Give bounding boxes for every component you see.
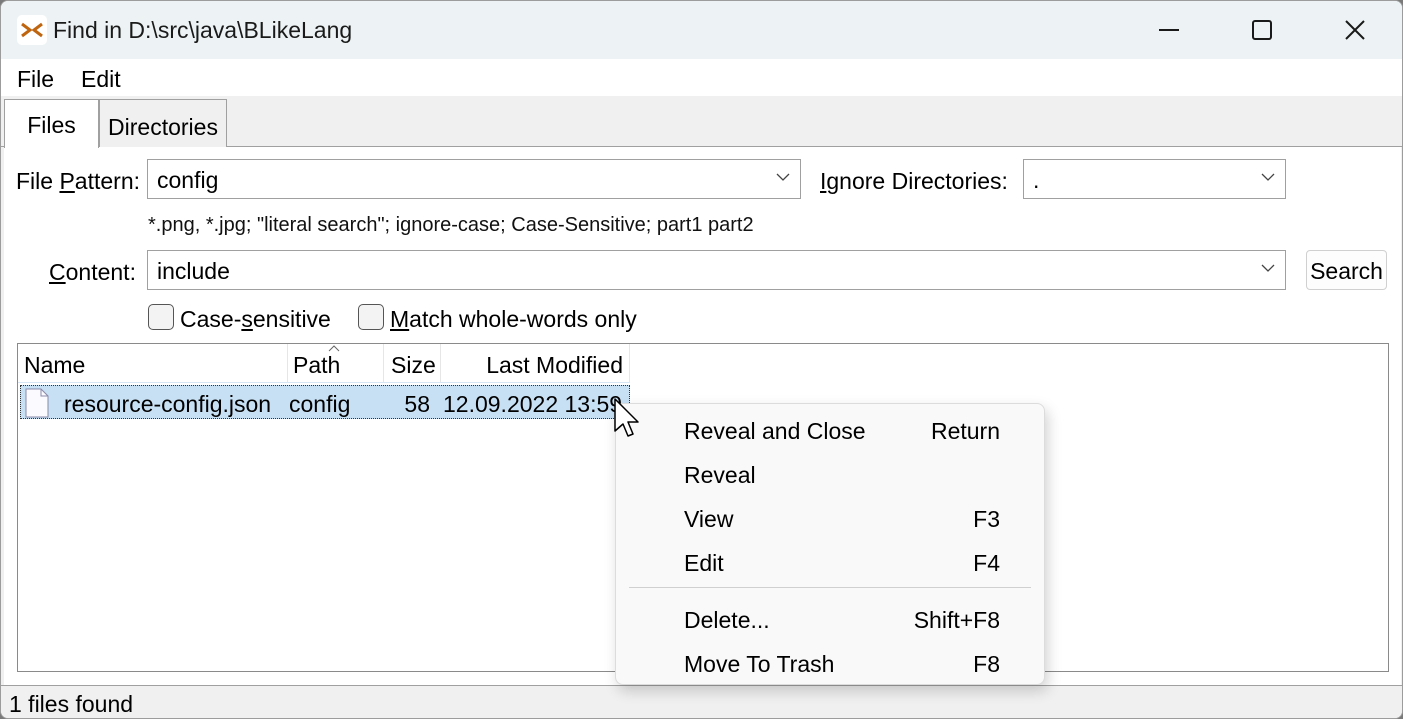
content-label: Content:: [49, 259, 136, 285]
column-header-name[interactable]: Name: [18, 344, 288, 382]
menu-item-move-to-trash[interactable]: Move To Trash F8: [616, 641, 1044, 685]
menu-item-reveal-and-close[interactable]: Reveal and Close Return: [616, 408, 1044, 452]
header-divider: [18, 382, 630, 383]
menu-item-delete[interactable]: Delete... Shift+F8: [616, 597, 1044, 641]
ignore-directories-label: Ignore Directories:: [820, 168, 1008, 194]
column-header-last-modified[interactable]: Last Modified: [441, 344, 630, 382]
cell-name: resource-config.json: [64, 391, 272, 417]
ignore-directories-value: .: [1033, 167, 1040, 193]
content-combo[interactable]: include: [147, 250, 1286, 290]
mouse-cursor-icon: [614, 398, 639, 437]
content-value: include: [157, 258, 230, 284]
chevron-down-icon[interactable]: [1261, 263, 1275, 273]
status-text: 1 files found: [9, 691, 134, 717]
case-sensitive-label[interactable]: Case-sensitive: [180, 306, 331, 333]
chevron-down-icon[interactable]: [1261, 172, 1275, 182]
pattern-hint: *.png, *.jpg; "literal search"; ignore-c…: [148, 214, 754, 236]
column-header-path[interactable]: Path: [288, 344, 384, 382]
whole-words-label[interactable]: Match whole-words only: [390, 306, 637, 333]
minimize-button[interactable]: [1124, 1, 1216, 59]
tab-strip: Files Directories: [1, 96, 1402, 148]
case-sensitive-checkbox[interactable]: [148, 304, 174, 330]
file-icon: [25, 388, 49, 418]
cell-size: 58: [404, 391, 430, 417]
column-header-size[interactable]: Size: [384, 344, 441, 382]
menu-separator: [629, 587, 1031, 588]
tab-files[interactable]: Files: [4, 99, 99, 148]
app-logo-icon: [17, 15, 47, 45]
status-bar: 1 files found: [1, 685, 1402, 718]
tab-directories[interactable]: Directories: [99, 99, 227, 147]
menu-item-view[interactable]: View F3: [616, 496, 1044, 540]
context-menu: Reveal and Close Return Reveal View F3 E…: [615, 403, 1045, 685]
window-title: Find in D:\src\java\BLikeLang: [53, 17, 353, 43]
menu-edit[interactable]: Edit: [81, 66, 121, 93]
close-icon: [1345, 20, 1365, 40]
whole-words-checkbox[interactable]: [358, 304, 384, 330]
table-row[interactable]: resource-config.json config 58 12.09.202…: [20, 385, 630, 419]
menu-item-reveal[interactable]: Reveal: [616, 452, 1044, 496]
sort-ascending-icon: [328, 345, 340, 352]
minimize-icon: [1159, 29, 1179, 31]
menu-item-edit[interactable]: Edit F4: [616, 540, 1044, 584]
menu-file[interactable]: File: [17, 66, 54, 93]
title-bar: Find in D:\src\java\BLikeLang: [1, 1, 1402, 59]
maximize-icon: [1252, 20, 1272, 40]
file-pattern-label: File Pattern:: [16, 168, 141, 194]
chevron-down-icon[interactable]: [776, 172, 790, 182]
file-pattern-combo[interactable]: config: [147, 159, 801, 199]
cell-path: config: [289, 391, 351, 417]
file-pattern-value: config: [157, 167, 219, 193]
find-window: Find in D:\src\java\BLikeLang File Edit …: [0, 0, 1403, 719]
cell-modified: 12.09.2022 13:59: [443, 391, 623, 417]
ignore-directories-combo[interactable]: .: [1023, 159, 1286, 199]
close-button[interactable]: [1309, 1, 1401, 59]
maximize-button[interactable]: [1216, 1, 1308, 59]
menu-bar: File Edit: [1, 59, 1402, 96]
search-button[interactable]: Search: [1306, 250, 1387, 290]
